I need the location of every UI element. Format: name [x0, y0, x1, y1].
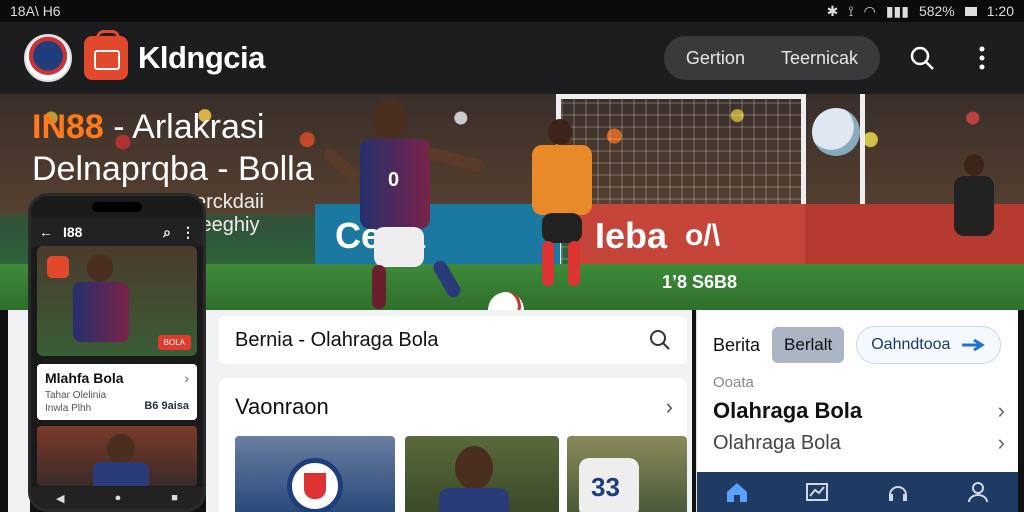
- section-title: Vaonraon: [235, 394, 329, 419]
- phone-system-nav: ◀ ● ■: [31, 487, 203, 509]
- battery-icon: [964, 6, 977, 16]
- player-main: 0: [321, 99, 500, 309]
- wifi-icon: ◠: [863, 2, 876, 19]
- search-bar[interactable]: Bernia - Olahraga Bola: [219, 316, 687, 364]
- flying-ball: [812, 108, 860, 156]
- shopping-bag-logo-icon[interactable]: [84, 30, 128, 80]
- player-referee: [950, 154, 1000, 274]
- news-section: Vaonraon › 33: [219, 378, 687, 512]
- battery-percent: 582%: [918, 3, 955, 19]
- search-icon: [910, 46, 934, 70]
- phone-search-icon[interactable]: ⌕: [163, 224, 171, 241]
- tab-berlalt[interactable]: Berlalt: [772, 327, 845, 363]
- right-kicker-text: Ooata: [713, 374, 754, 391]
- nav-recents-icon[interactable]: ■: [171, 492, 178, 504]
- arrow-right-icon: [962, 338, 986, 352]
- phone-notch: [31, 196, 203, 218]
- search-icon[interactable]: [649, 329, 671, 351]
- jersey-number: 0: [388, 169, 400, 191]
- chevron-right-icon: ›: [997, 430, 1005, 455]
- app-screen: 18A\ H6 ✱ ⟟ ◠ ▮▮▮ 582% 1:20 Kldngcia Ger…: [0, 0, 1024, 512]
- status-time-left: 18A\ H6: [10, 3, 61, 19]
- more-vertical-icon: [979, 46, 985, 70]
- right-panel: Berita Berlalt Oahndtooa Ooata Olahraga …: [696, 310, 1018, 512]
- app-title: Kldngcia: [138, 40, 265, 75]
- pill-item-teernicak[interactable]: Teernicak: [781, 48, 858, 69]
- status-time-right: 1:20: [986, 3, 1014, 19]
- chevron-right-icon[interactable]: ›: [666, 394, 673, 420]
- back-arrow-icon[interactable]: ←: [39, 224, 53, 240]
- chevron-right-icon: ›: [184, 370, 189, 386]
- vibrate-icon: ⟟: [848, 2, 854, 19]
- profile-icon[interactable]: [966, 481, 990, 503]
- nav-home-icon[interactable]: ●: [115, 492, 122, 504]
- status-bar: 18A\ H6 ✱ ⟟ ◠ ▮▮▮ 582% 1:20: [0, 0, 1024, 22]
- more-menu-button[interactable]: [964, 40, 1000, 76]
- bottom-nav: [697, 472, 1018, 512]
- right-list-item-1[interactable]: Olahraga Bola ›: [713, 398, 1005, 424]
- bluetooth-icon: ✱: [826, 2, 839, 19]
- phone-hero-tag: BOLA: [157, 335, 191, 350]
- phone-card-title: Mlahfa Bola: [45, 370, 124, 386]
- status-icons: ✱ ⟟ ◠ ▮▮▮ 582% 1:20: [827, 3, 1014, 20]
- phone-title: I88: [63, 224, 83, 240]
- phone-news-image[interactable]: [37, 426, 197, 486]
- phone-news-card[interactable]: Mlahfa Bola Tahar Olelinia Inwla Plhh › …: [37, 364, 197, 420]
- left-panel-edge: [8, 310, 30, 512]
- headset-icon[interactable]: [886, 481, 910, 503]
- phone-mockup: ← I88 ⌕ ⋮ BOLA Mlahfa Bola Tahar Olelini…: [28, 193, 206, 512]
- news-thumbnail-2[interactable]: [405, 436, 559, 512]
- player-orange: [520, 119, 620, 299]
- pill-item-gertion[interactable]: Gertion: [686, 48, 745, 69]
- phone-card-number: B6 9aisa: [144, 400, 189, 412]
- search-button[interactable]: [904, 40, 940, 76]
- news-thumbnail-3[interactable]: 33: [567, 436, 687, 512]
- app-bar: Kldngcia Gertion Teernicak: [0, 22, 1024, 94]
- phone-app-badge-icon: [47, 256, 69, 278]
- club-logo-icon[interactable]: [24, 34, 72, 82]
- nav-back-icon[interactable]: ◀: [56, 492, 64, 505]
- tab-oahndtooa[interactable]: Oahndtooa: [856, 326, 1002, 364]
- phone-hero-image[interactable]: BOLA: [37, 246, 197, 356]
- right-tab-row: Berita Berlalt Oahndtooa: [713, 326, 1002, 364]
- club-badge-icon: [287, 458, 343, 512]
- home-icon[interactable]: [725, 481, 749, 503]
- news-thumbnail-1[interactable]: [235, 436, 395, 512]
- phone-app-bar: ← I88 ⌕ ⋮: [31, 218, 203, 246]
- right-list-item-2[interactable]: Olahraga Bola ›: [713, 430, 1005, 456]
- chevron-right-icon: ›: [997, 398, 1005, 423]
- match-score: 1’8 S6B8: [662, 272, 738, 292]
- signal-icon: ▮▮▮: [885, 2, 909, 19]
- tab-berita[interactable]: Berita: [713, 335, 760, 356]
- hero-subheadline: Delnaprqba - Bolla: [32, 150, 314, 188]
- phone-more-icon[interactable]: ⋮: [181, 224, 195, 241]
- search-bar-text: Bernia - Olahraga Bola: [235, 328, 439, 351]
- hero-headline: IN88 - Arlakrasi: [32, 108, 265, 146]
- top-segmented-control: Gertion Teernicak: [663, 36, 880, 80]
- chart-icon[interactable]: [805, 481, 829, 503]
